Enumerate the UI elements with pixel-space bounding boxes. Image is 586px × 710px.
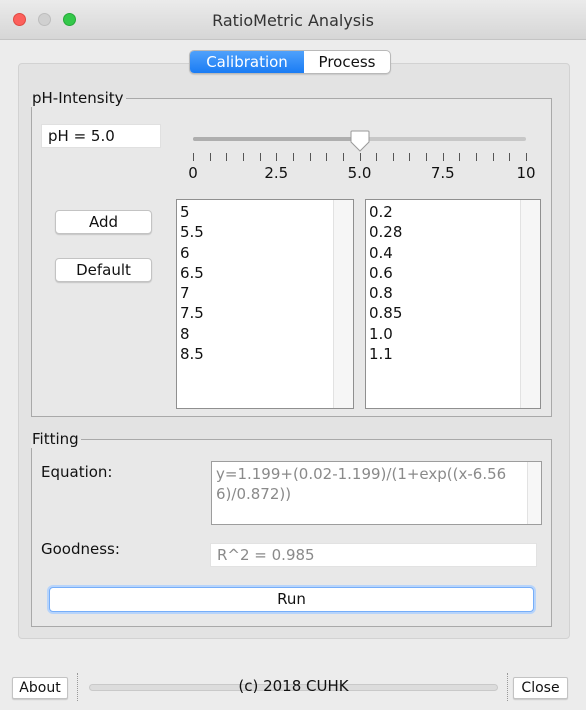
title-bar: RatioMetric Analysis	[0, 0, 586, 40]
footer-separator	[507, 673, 508, 701]
tab-calibration[interactable]: Calibration	[190, 51, 304, 73]
goodness-label: Goodness:	[41, 540, 120, 558]
intensity-list[interactable]: 0.2 0.28 0.4 0.6 0.8 0.85 1.0 1.1	[365, 199, 541, 409]
list-item[interactable]: 8	[180, 324, 353, 344]
equation-textarea[interactable]: y=1.199+(0.02-1.199)/(1+exp((x-6.566)/0.…	[211, 461, 542, 525]
list-item[interactable]: 0.28	[369, 222, 540, 242]
add-button[interactable]: Add	[55, 210, 152, 234]
fitting-group-title: Fitting	[32, 430, 79, 448]
ph-list-scrollbar[interactable]	[333, 200, 353, 408]
slider-tick-label: 0	[188, 164, 198, 182]
slider-tick	[442, 153, 444, 161]
close-button[interactable]: Close	[513, 677, 568, 699]
tab-process[interactable]: Process	[304, 51, 390, 73]
ph-intensity-group-title: pH-Intensity	[32, 89, 124, 107]
slider-tick	[359, 153, 361, 161]
app-window: RatioMetric Analysis Calibration Process…	[0, 0, 586, 710]
list-item[interactable]: 0.6	[369, 263, 540, 283]
equation-scrollbar[interactable]	[527, 462, 541, 524]
tab-bar: Calibration Process	[189, 50, 391, 74]
run-button[interactable]: Run	[49, 587, 534, 612]
default-button[interactable]: Default	[55, 258, 152, 282]
list-item[interactable]: 1.1	[369, 344, 540, 364]
slider-tick	[509, 153, 511, 161]
list-item[interactable]: 6	[180, 243, 353, 263]
ph-list[interactable]: 5 5.5 6 6.5 7 7.5 8 8.5	[176, 199, 354, 409]
slider-tick	[526, 153, 527, 161]
slider-tick	[226, 153, 228, 161]
slider-tick-label: 10	[516, 164, 536, 182]
list-item[interactable]: 0.2	[369, 202, 540, 222]
list-item[interactable]: 5.5	[180, 222, 353, 242]
slider-tick	[342, 153, 344, 161]
ph-slider-fill	[193, 137, 360, 141]
slider-tick	[409, 153, 411, 161]
slider-tick	[242, 153, 244, 161]
list-item[interactable]: 6.5	[180, 263, 353, 283]
equation-value: y=1.199+(0.02-1.199)/(1+exp((x-6.566)/0.…	[216, 465, 507, 503]
copyright-text: (c) 2018 CUHK	[238, 677, 349, 695]
slider-tick	[292, 153, 294, 161]
ph-slider-thumb[interactable]	[350, 130, 370, 152]
slider-tick-label: 5.0	[347, 164, 372, 182]
slider-tick	[276, 153, 278, 161]
list-item[interactable]: 0.85	[369, 303, 540, 323]
list-item[interactable]: 8.5	[180, 344, 353, 364]
goodness-field[interactable]: R^2 = 0.985	[210, 543, 537, 567]
slider-tick	[309, 153, 311, 161]
slider-tick	[326, 153, 328, 161]
slider-tick-label: 7.5	[430, 164, 455, 182]
equation-label: Equation:	[41, 463, 113, 481]
footer-separator	[77, 673, 78, 701]
list-item[interactable]: 7	[180, 283, 353, 303]
list-item[interactable]: 7.5	[180, 303, 353, 323]
ph-value-field[interactable]: pH = 5.0	[41, 124, 161, 148]
slider-tick	[259, 153, 261, 161]
intensity-list-scrollbar[interactable]	[520, 200, 540, 408]
slider-tick	[209, 153, 211, 161]
list-item[interactable]: 1.0	[369, 324, 540, 344]
slider-tick	[492, 153, 494, 161]
slider-tick	[376, 153, 378, 161]
list-item[interactable]: 5	[180, 202, 353, 222]
slider-tick	[193, 153, 194, 161]
list-item[interactable]: 0.8	[369, 283, 540, 303]
slider-tick	[476, 153, 478, 161]
about-button[interactable]: About	[12, 677, 68, 699]
slider-tick-label: 2.5	[264, 164, 289, 182]
list-item[interactable]: 0.4	[369, 243, 540, 263]
slider-tick	[426, 153, 428, 161]
slider-tick	[459, 153, 461, 161]
window-title: RatioMetric Analysis	[212, 11, 374, 30]
slider-tick	[392, 153, 394, 161]
